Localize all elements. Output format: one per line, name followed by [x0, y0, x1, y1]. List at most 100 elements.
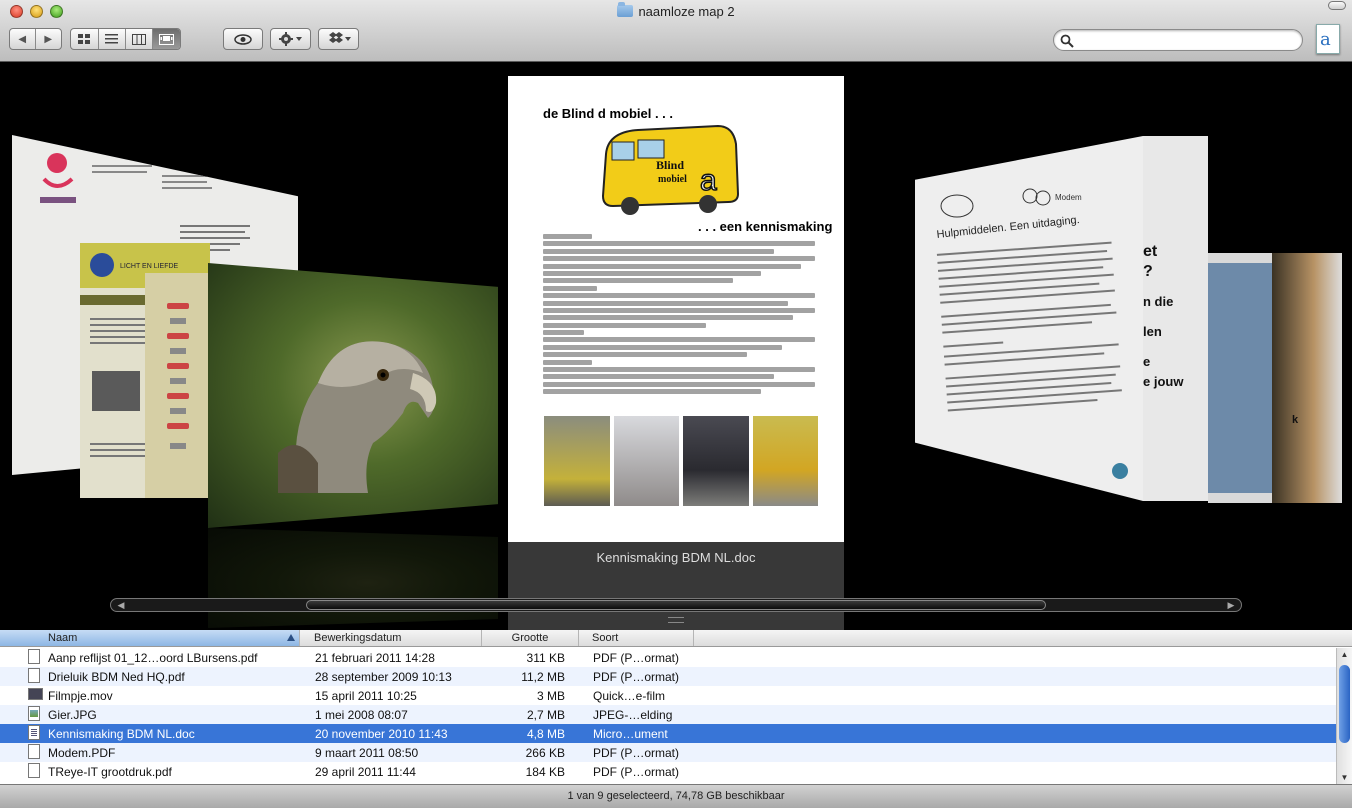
search-input[interactable] — [1078, 33, 1293, 48]
scroll-left-arrow[interactable]: ◀ — [113, 600, 129, 610]
window-title: naamloze map 2 — [0, 2, 1352, 19]
cover-filmpje[interactable] — [145, 273, 215, 498]
file-rows: Aanp reflijst 01_12…oord LBursens.pdf 21… — [0, 648, 1336, 781]
column-header-size[interactable]: Grootte — [482, 630, 579, 646]
cover-modem[interactable]: Modem Hulpmiddelen. Een uitdaging. — [915, 136, 1143, 501]
doc-icon — [28, 724, 40, 740]
file-size: 2,7 MB — [526, 707, 565, 722]
file-date: 9 maart 2011 08:50 — [315, 745, 419, 760]
window-toolbar: naamloze map 2 ◀ ▶ a — [0, 0, 1352, 62]
treye-thumbnail: et ? n die len e e jouw — [1143, 243, 1184, 389]
cover-kennismaking-main[interactable]: de Blind d mobiel . . . Blind mobiel a .… — [508, 76, 844, 542]
table-row[interactable]: Aanp reflijst 01_12…oord LBursens.pdf 21… — [0, 648, 1336, 667]
photo-computer-room — [613, 416, 679, 506]
column-view-button[interactable] — [126, 29, 153, 49]
split-view-grip[interactable] — [668, 617, 684, 623]
file-kind: Quick…e-film — [593, 688, 666, 703]
main-doc-photos — [544, 416, 818, 506]
coverflow-scroll-thumb[interactable] — [306, 600, 1046, 610]
word-document-icon[interactable]: a — [1316, 24, 1340, 54]
vulture-image — [278, 341, 437, 493]
coverflow-icon — [158, 33, 174, 45]
table-row-selected[interactable]: Kennismaking BDM NL.doc 20 november 2010… — [0, 724, 1336, 743]
list-scrollbar[interactable]: ▲ ▼ — [1336, 648, 1352, 784]
coverflow-caption: Kennismaking BDM NL.doc — [596, 550, 756, 565]
file-kind: PDF (P…ormat) — [593, 669, 680, 684]
file-date: 28 september 2009 10:13 — [315, 669, 452, 684]
column-header-kind[interactable]: Soort — [579, 630, 694, 646]
svg-text:mobiel: mobiel — [658, 174, 687, 185]
file-name: Filmpje.mov — [48, 688, 113, 703]
bus-illustration: Blind mobiel a — [601, 124, 740, 215]
cover-file-8[interactable]: k — [1272, 253, 1342, 503]
view-mode-control — [70, 28, 181, 50]
gier-reflection — [208, 528, 498, 628]
file-kind: PDF (P…ormat) — [593, 745, 680, 760]
coverflow-view-button[interactable] — [152, 29, 180, 49]
svg-text:et: et — [1143, 243, 1158, 260]
pdf-icon — [28, 648, 40, 664]
file-date: 15 april 2011 10:25 — [315, 688, 417, 703]
column-header-name-label: Naam — [48, 632, 78, 644]
table-row[interactable]: Modem.PDF 9 maart 2011 08:50 266 KB PDF … — [0, 743, 1336, 762]
quick-look-button[interactable] — [223, 28, 263, 50]
scroll-right-arrow[interactable]: ▶ — [1223, 600, 1239, 610]
file-size: 11,2 MB — [521, 669, 565, 684]
svg-text:n die: n die — [1143, 294, 1173, 309]
svg-text:Modem: Modem — [1055, 193, 1082, 202]
file-size: 311 KB — [526, 650, 565, 665]
photo-bus-open — [752, 416, 818, 506]
list-view-button[interactable] — [99, 29, 126, 49]
coverflow-scrollbar[interactable]: ◀ ▶ — [110, 598, 1242, 612]
pdf-icon — [28, 762, 40, 778]
photo-screen-desk — [683, 416, 749, 506]
image-icon — [28, 705, 40, 721]
cover-gier[interactable] — [208, 263, 498, 528]
back-button[interactable]: ◀ — [10, 29, 36, 49]
pdf-icon — [28, 743, 40, 759]
toolbar-toggle-button[interactable] — [1328, 1, 1346, 10]
svg-text:LICHT EN LIEFDE: LICHT EN LIEFDE — [120, 263, 179, 270]
column-header-name[interactable]: Naam — [0, 630, 300, 646]
scroll-up-arrow[interactable]: ▲ — [1337, 650, 1352, 659]
search-icon — [1060, 34, 1074, 48]
file-size: 3 MB — [536, 688, 565, 703]
list-scroll-thumb[interactable] — [1339, 665, 1350, 743]
forward-button[interactable]: ▶ — [36, 29, 61, 49]
movie-icon — [28, 688, 43, 700]
cover-treye[interactable]: et ? n die len e e jouw — [1143, 136, 1208, 501]
pdf-icon — [28, 667, 40, 683]
icon-view-button[interactable] — [71, 29, 99, 49]
main-doc-heading: de Blind d mobiel . . . — [543, 106, 674, 121]
photo-bus-street — [544, 416, 610, 506]
dropbox-menu-button[interactable] — [318, 28, 359, 50]
grid-icon — [78, 34, 91, 44]
search-field[interactable] — [1053, 29, 1303, 51]
scroll-down-arrow[interactable]: ▼ — [1337, 773, 1352, 782]
action-menu-button[interactable] — [270, 28, 311, 50]
column-header-date[interactable]: Bewerkingsdatum — [300, 630, 482, 646]
svg-text:a: a — [700, 164, 717, 197]
file-date: 20 november 2010 11:43 — [315, 726, 448, 741]
table-row[interactable]: Drieluik BDM Ned HQ.pdf 28 september 200… — [0, 667, 1336, 686]
folder-icon — [617, 2, 634, 17]
svg-text:?: ? — [1143, 263, 1153, 280]
svg-text:len: len — [1143, 324, 1162, 339]
columns-icon — [131, 33, 146, 45]
file-kind: Micro…ument — [593, 726, 668, 741]
table-row[interactable]: TReye-IT grootdruk.pdf 29 april 2011 11:… — [0, 762, 1336, 781]
sort-ascending-icon — [287, 634, 295, 641]
table-row[interactable]: Gier.JPG 1 mei 2008 08:07 2,7 MB JPEG-…e… — [0, 705, 1336, 724]
coverflow-view: LICHT EN LIEFDE de Blind d mobiel . . . — [0, 63, 1352, 630]
svg-text:e: e — [1143, 354, 1150, 369]
table-row[interactable]: Filmpje.mov 15 april 2011 10:25 3 MB Qui… — [0, 686, 1336, 705]
status-bar: 1 van 9 geselecteerd, 74,78 GB beschikba… — [0, 784, 1352, 808]
file-size: 184 KB — [525, 764, 565, 779]
back-forward-control: ◀ ▶ — [9, 28, 62, 50]
file-size: 4,8 MB — [526, 726, 565, 741]
photo-brochure-thumbnail: k — [1292, 414, 1299, 426]
svg-text:e jouw: e jouw — [1143, 374, 1184, 389]
file-name: TReye-IT grootdruk.pdf — [48, 764, 172, 779]
file-name: Kennismaking BDM NL.doc — [48, 726, 195, 741]
eye-icon — [234, 33, 252, 45]
